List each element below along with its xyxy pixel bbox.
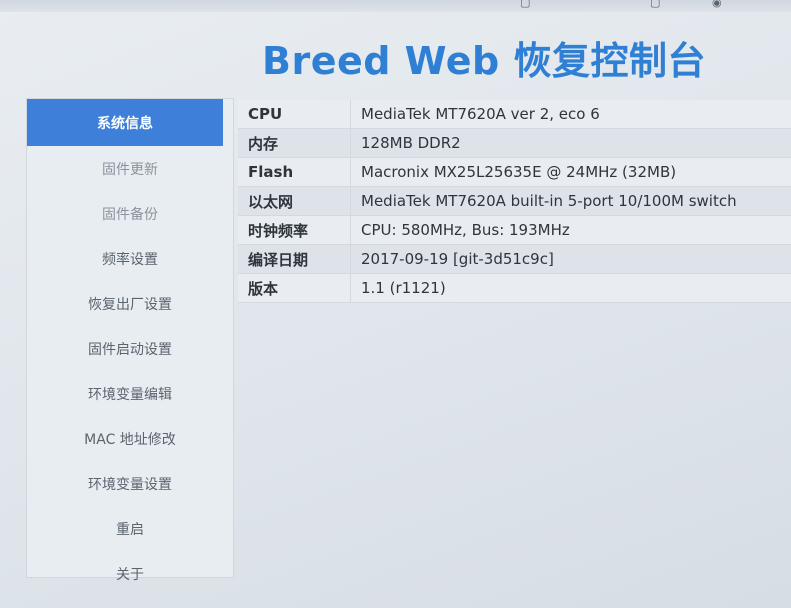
sidebar-item-firmware-update[interactable]: 固件更新 [27,146,233,191]
table-row: 以太网 MediaTek MT7620A built-in 5-port 10/… [238,186,791,216]
browser-bookmarks-bar: ▢ ▢ ◉ [0,0,791,12]
sidebar-item-env-edit[interactable]: 环境变量编辑 [27,371,233,416]
sidebar-item-firmware-backup[interactable]: 固件备份 [27,191,233,236]
info-value: CPU: 580MHz, Bus: 193MHz [350,215,791,245]
info-key: 以太网 [238,186,351,216]
table-row: Flash Macronix MX25L25635E @ 24MHz (32MB… [238,157,791,187]
info-key: 时钟频率 [238,215,351,245]
table-row: 内存 128MB DDR2 [238,128,791,158]
bookmark-fragment[interactable]: ▢ [650,0,660,9]
sidebar-nav: 系统信息 固件更新 固件备份 频率设置 恢复出厂设置 固件启动设置 环境变量编辑… [26,98,234,583]
table-row: 时钟频率 CPU: 580MHz, Bus: 193MHz [238,215,791,245]
sidebar-item-factory-reset[interactable]: 恢复出厂设置 [27,281,233,326]
info-key: CPU [238,100,351,129]
page-title: Breed Web 恢复控制台 [262,39,706,83]
bookmark-fragment[interactable]: ▢ [520,0,530,9]
sidebar-item-about[interactable]: 关于 [27,551,233,596]
info-value: 128MB DDR2 [350,128,791,158]
info-key: 版本 [238,273,351,303]
bookmark-fragment[interactable]: ◉ [712,0,722,9]
info-key: Flash [238,157,351,187]
sidebar-item-system-info[interactable]: 系统信息 [27,99,223,146]
info-key: 编译日期 [238,244,351,274]
sidebar-item-boot-settings[interactable]: 固件启动设置 [27,326,233,371]
info-key: 内存 [238,128,351,158]
sidebar-item-frequency-settings[interactable]: 频率设置 [27,236,233,281]
system-info-panel: CPU MediaTek MT7620A ver 2, eco 6 内存 128… [238,100,791,303]
table-row: CPU MediaTek MT7620A ver 2, eco 6 [238,100,791,129]
info-value: 2017-09-19 [git-3d51c9c] [350,244,791,274]
sidebar-item-reboot[interactable]: 重启 [27,506,233,551]
table-row: 版本 1.1 (r1121) [238,273,791,303]
sidebar-item-env-settings[interactable]: 环境变量设置 [27,461,233,506]
table-row: 编译日期 2017-09-19 [git-3d51c9c] [238,244,791,274]
info-value: 1.1 (r1121) [350,273,791,303]
system-info-table: CPU MediaTek MT7620A ver 2, eco 6 内存 128… [238,100,791,303]
info-value: Macronix MX25L25635E @ 24MHz (32MB) [350,157,791,187]
sidebar-item-mac-address[interactable]: MAC 地址修改 [27,416,233,461]
info-value: MediaTek MT7620A ver 2, eco 6 [350,100,791,129]
info-value: MediaTek MT7620A built-in 5-port 10/100M… [350,186,791,216]
